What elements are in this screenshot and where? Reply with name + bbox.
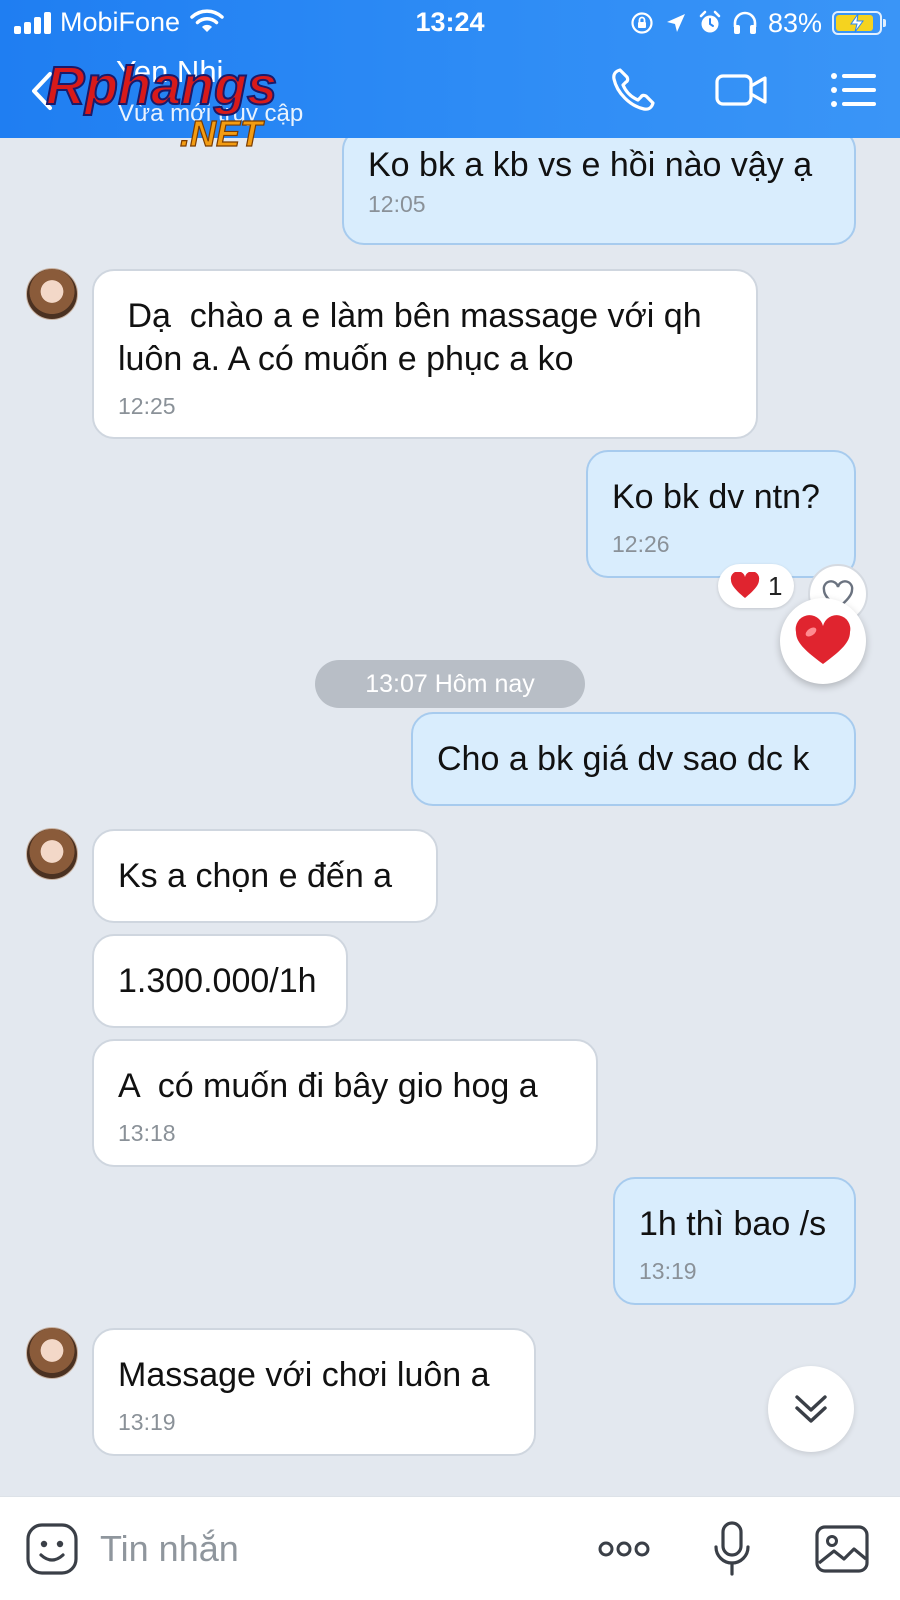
message-bubble-outgoing[interactable]: Ko bk a kb vs e hồi nào vậy ạ 12:05 bbox=[342, 138, 856, 245]
heart-reaction-button[interactable] bbox=[780, 598, 866, 684]
date-separator: 13:07 Hôm nay bbox=[315, 660, 585, 708]
message-bubble-outgoing[interactable]: Cho a bk giá dv sao dc k bbox=[411, 712, 856, 806]
message-text: Cho a bk giá dv sao dc k bbox=[437, 740, 810, 778]
message-text: Ks a chọn e đến a bbox=[118, 857, 393, 895]
watermark-logo: Rphangs .NET bbox=[45, 55, 278, 152]
double-chevron-down-icon bbox=[795, 1395, 827, 1423]
microphone-button[interactable] bbox=[702, 1519, 762, 1579]
message-input[interactable] bbox=[100, 1521, 570, 1577]
message-bubble-incoming[interactable]: Ks a chọn e đến a bbox=[92, 829, 438, 923]
message-text: Ko bk dv ntn? bbox=[612, 478, 820, 516]
reaction-count-value: 1 bbox=[768, 570, 783, 601]
more-options-button[interactable] bbox=[594, 1519, 654, 1579]
message-text: Ko bk a kb vs e hồi nào vậy ạ bbox=[368, 146, 813, 184]
battery-percent: 83% bbox=[767, 7, 822, 38]
message-text: Dạ chào a e làm bên massage với qh luôn … bbox=[118, 297, 702, 378]
rotation-lock-icon bbox=[631, 12, 653, 34]
message-time: 13:18 bbox=[118, 1120, 176, 1146]
message-time: 13:19 bbox=[639, 1258, 697, 1284]
avatar[interactable] bbox=[26, 268, 78, 320]
message-text: 1h thì bao /s bbox=[639, 1205, 827, 1243]
avatar[interactable] bbox=[26, 828, 78, 880]
message-list[interactable]: Ko bk a kb vs e hồi nào vậy ạ 12:05 Dạ c… bbox=[0, 138, 900, 1496]
message-time: 12:26 bbox=[612, 531, 670, 557]
call-button[interactable] bbox=[606, 62, 662, 118]
watermark-suffix: .NET bbox=[180, 113, 265, 152]
heart-icon bbox=[730, 572, 760, 598]
menu-button[interactable] bbox=[826, 62, 882, 118]
heart-icon bbox=[795, 615, 851, 664]
status-right: 83% bbox=[630, 7, 886, 38]
message-bubble-incoming[interactable]: 1.300.000/1h bbox=[92, 934, 348, 1028]
watermark-brand: Rphangs bbox=[46, 56, 277, 116]
video-call-button[interactable] bbox=[714, 62, 770, 118]
message-bubble-outgoing[interactable]: Ko bk dv ntn? 12:26 bbox=[586, 450, 856, 578]
message-bubble-outgoing[interactable]: 1h thì bao /s 13:19 bbox=[613, 1177, 856, 1305]
message-text: A có muốn đi bây gio hog a bbox=[118, 1067, 538, 1105]
location-icon bbox=[666, 14, 685, 32]
message-time: 13:19 bbox=[118, 1409, 176, 1435]
headphones-icon bbox=[733, 11, 757, 34]
message-bubble-incoming[interactable]: Massage với chơi luôn a 13:19 bbox=[92, 1328, 536, 1456]
message-bubble-incoming[interactable]: A có muốn đi bây gio hog a 13:18 bbox=[92, 1039, 598, 1167]
status-bar: MobiFone 13:24 83% bbox=[0, 0, 900, 46]
message-text: Massage với chơi luôn a bbox=[118, 1356, 490, 1394]
message-text: 1.300.000/1h bbox=[118, 962, 317, 1000]
message-time: 12:05 bbox=[368, 191, 426, 217]
message-time: 12:25 bbox=[118, 393, 176, 419]
message-bubble-incoming[interactable]: Dạ chào a e làm bên massage với qh luôn … bbox=[92, 269, 758, 439]
image-button[interactable] bbox=[812, 1519, 872, 1579]
sticker-button[interactable] bbox=[22, 1519, 82, 1579]
alarm-icon bbox=[699, 10, 721, 33]
composer-bar bbox=[0, 1496, 900, 1600]
avatar[interactable] bbox=[26, 1327, 78, 1379]
scroll-to-bottom-button[interactable] bbox=[768, 1366, 854, 1452]
battery-icon bbox=[832, 11, 886, 35]
